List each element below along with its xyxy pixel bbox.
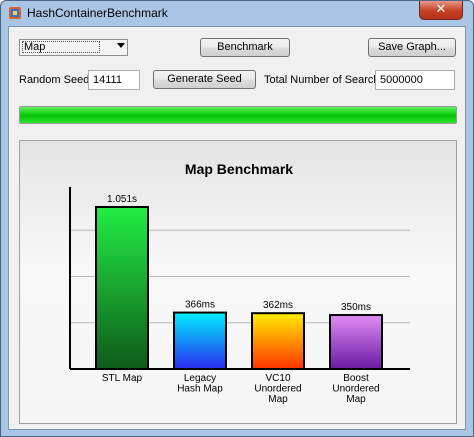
- client-area: Map Benchmark Save Graph... Random Seed:…: [8, 26, 466, 430]
- bar-3: [251, 312, 305, 370]
- bar-value-label: 350ms: [341, 302, 371, 313]
- window-title: HashContainerBenchmark: [27, 6, 168, 20]
- app-window: HashContainerBenchmark ✕ Map Benchmark S…: [0, 0, 474, 437]
- close-button[interactable]: ✕: [419, 1, 463, 20]
- seed-label: Random Seed:: [19, 74, 93, 86]
- bar-1: [95, 205, 149, 370]
- container-select[interactable]: Map: [19, 39, 128, 56]
- search-count-input[interactable]: 5000000: [375, 70, 455, 90]
- bar-4: [329, 314, 383, 371]
- category-label: Hash Map: [177, 384, 223, 395]
- bar-value-label: 1.051s: [107, 194, 137, 205]
- bar-value-label: 366ms: [185, 300, 215, 311]
- chart-panel: Map Benchmark 1.051s STL Map 366ms Legacy Ha…: [19, 140, 457, 424]
- search-count-label: Total Number of Search:: [264, 74, 383, 86]
- title-bar[interactable]: HashContainerBenchmark ✕: [1, 1, 473, 25]
- benchmark-chart: Map Benchmark 1.051s STL Map 366ms LegacyHa…: [69, 161, 410, 405]
- category-label: Boost: [343, 373, 369, 384]
- bar-2: [173, 311, 227, 370]
- chevron-down-icon: [117, 43, 125, 48]
- progress-bar: [19, 106, 457, 124]
- container-select-value: Map: [22, 41, 100, 53]
- category-label: Legacy: [184, 373, 216, 384]
- bar-value-label: 362ms: [263, 300, 293, 311]
- seed-input[interactable]: 14111: [88, 70, 140, 90]
- save-graph-button[interactable]: Save Graph...: [368, 38, 456, 57]
- app-icon: [9, 7, 21, 19]
- category-label: Map: [346, 394, 366, 405]
- category-label: VC10: [265, 373, 290, 384]
- chart-title: Map Benchmark: [185, 161, 293, 177]
- progress-fill: [20, 107, 456, 123]
- benchmark-button[interactable]: Benchmark: [200, 38, 290, 57]
- category-label: Unordered: [332, 384, 379, 395]
- category-label: Unordered: [254, 384, 301, 395]
- generate-seed-button[interactable]: Generate Seed: [153, 70, 256, 89]
- category-label: Map: [268, 394, 288, 405]
- category-label: STL Map: [102, 373, 143, 384]
